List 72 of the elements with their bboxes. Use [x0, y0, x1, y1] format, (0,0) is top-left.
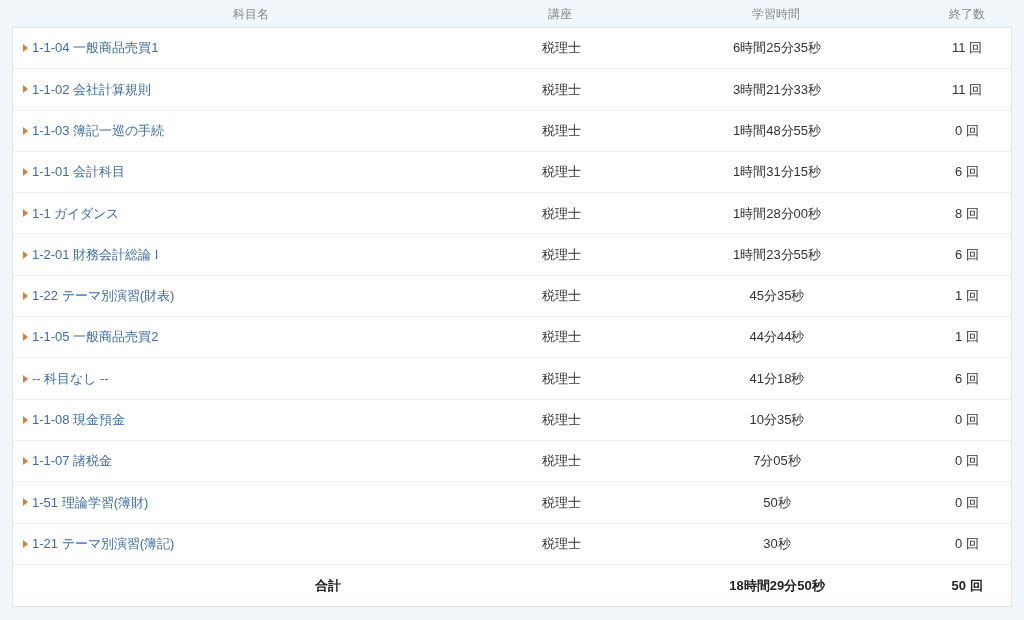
- table-cell-text: 0 回: [955, 122, 979, 140]
- subject-link[interactable]: 1-21 テーマ別演習(簿記): [23, 533, 175, 554]
- table-cell-text: 税理士: [541, 163, 581, 182]
- subject-link[interactable]: 1-51 理論学習(簿財): [23, 492, 149, 513]
- caret-icon: [23, 44, 28, 53]
- table-cell-text: 6 回: [955, 369, 979, 388]
- caret-icon: [23, 539, 28, 548]
- table-cell-text: 税理士: [541, 204, 581, 223]
- subject-link[interactable]: 1-1-02 会社計算規則: [23, 79, 152, 100]
- table-cell-text: 1時間31分15秒: [732, 163, 822, 182]
- table-cell-text: 税理士: [541, 245, 581, 264]
- subject-link[interactable]: 1-1-04 一般商品売買1: [23, 38, 159, 58]
- table-cell-text: 41分18秒: [749, 369, 805, 388]
- table-cell-text: 10分35秒: [749, 411, 805, 430]
- table-cell-text: 6 回: [955, 245, 979, 264]
- column-header: 終了数: [949, 5, 985, 23]
- table-cell-text: 8 回: [955, 204, 979, 223]
- table-cell-text: 0 回: [955, 452, 979, 471]
- table-cell-text: 11 回: [951, 80, 983, 99]
- table-cell-text: 0 回: [955, 493, 979, 512]
- caret-icon: [23, 415, 28, 424]
- table-cell-text: 税理士: [541, 411, 581, 430]
- column-header: 学習時間: [752, 5, 800, 23]
- table-cell-text: 1時間48分55秒: [732, 122, 822, 140]
- table-cell-text: 税理士: [541, 122, 581, 140]
- table-cell-text: 6時間25分35秒: [732, 39, 822, 58]
- subject-link[interactable]: 1-1 ガイダンス: [23, 203, 120, 224]
- table-cell-text: 税理士: [541, 493, 581, 512]
- table-cell-text: 7分05秒: [753, 452, 801, 471]
- table-cell-text: 税理士: [541, 287, 581, 306]
- caret-icon: [23, 209, 28, 218]
- table-cell-text: 税理士: [541, 39, 581, 58]
- table-cell-text: 1 回: [955, 328, 979, 347]
- table-cell-text: 0 回: [955, 534, 979, 553]
- subject-link[interactable]: 1-1-05 一般商品売買2: [23, 327, 159, 347]
- table-cell-text: 1 回: [955, 287, 979, 306]
- subject-link[interactable]: 1-1-01 会計科目: [23, 162, 126, 182]
- total-count: 50 回: [951, 576, 983, 595]
- subject-link[interactable]: 1-1-03 簿記一巡の手続: [23, 121, 165, 141]
- caret-icon: [23, 168, 28, 177]
- table-cell-text: 1時間28分00秒: [732, 204, 822, 223]
- subject-link[interactable]: -- 科目なし --: [23, 368, 109, 389]
- caret-icon: [23, 374, 28, 383]
- caret-icon: [23, 291, 28, 300]
- table-cell-text: 50秒: [763, 493, 791, 512]
- table-cell-text: 3時間21分33秒: [732, 80, 822, 99]
- table-cell-text: 税理士: [541, 452, 581, 471]
- caret-icon: [23, 85, 28, 94]
- subject-link[interactable]: 1-1-08 現金預金: [23, 410, 126, 430]
- subject-link[interactable]: 1-22 テーマ別演習(財表): [23, 286, 175, 306]
- caret-icon: [23, 333, 28, 342]
- table-cell-text: 税理士: [541, 534, 581, 553]
- table-cell-text: 11 回: [951, 39, 983, 58]
- total-time: 18時間29分50秒: [729, 576, 825, 595]
- table-cell-text: 1時間23分55秒: [732, 245, 822, 264]
- table-cell-text: 45分35秒: [749, 287, 805, 306]
- table-cell-text: 税理士: [541, 369, 581, 388]
- table-cell-text: 0 回: [955, 411, 979, 430]
- subject-link[interactable]: 1-2-01 財務会計総論 I: [23, 244, 159, 265]
- total-label: 合計: [315, 576, 341, 595]
- table-cell-text: 6 回: [955, 163, 979, 182]
- caret-icon: [23, 126, 28, 135]
- column-header: 科目名: [233, 5, 269, 23]
- caret-icon: [23, 250, 28, 259]
- column-header: 講座: [548, 5, 572, 23]
- table-cell-text: 30秒: [763, 534, 791, 553]
- table-cell-text: 44分44秒: [749, 328, 805, 347]
- subject-link[interactable]: 1-1-07 諸税金: [23, 451, 113, 471]
- caret-icon: [23, 498, 28, 507]
- table-cell-text: 税理士: [541, 80, 581, 99]
- table-cell-text: 税理士: [541, 328, 581, 347]
- caret-icon: [23, 457, 28, 466]
